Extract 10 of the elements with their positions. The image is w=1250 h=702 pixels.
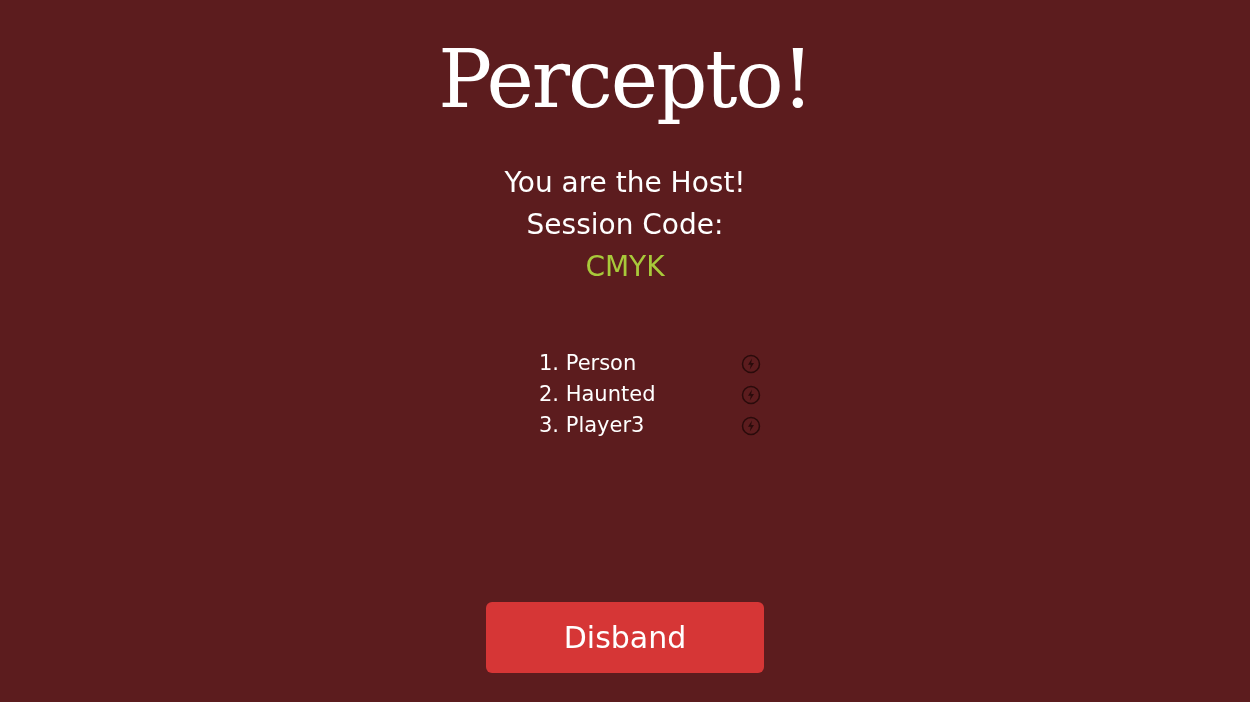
lightning-icon[interactable] [741,415,761,436]
player-name: 1. Person [539,349,637,377]
lightning-icon[interactable] [741,353,761,374]
disband-button[interactable]: Disband [486,602,764,673]
host-message: You are the Host! [504,165,746,201]
player-name: 3. Player3 [539,411,645,439]
player-name: 2. Haunted [539,380,656,408]
session-label: Session Code: [526,207,724,243]
session-code: CMYK [585,249,665,285]
lightning-icon[interactable] [741,384,761,405]
